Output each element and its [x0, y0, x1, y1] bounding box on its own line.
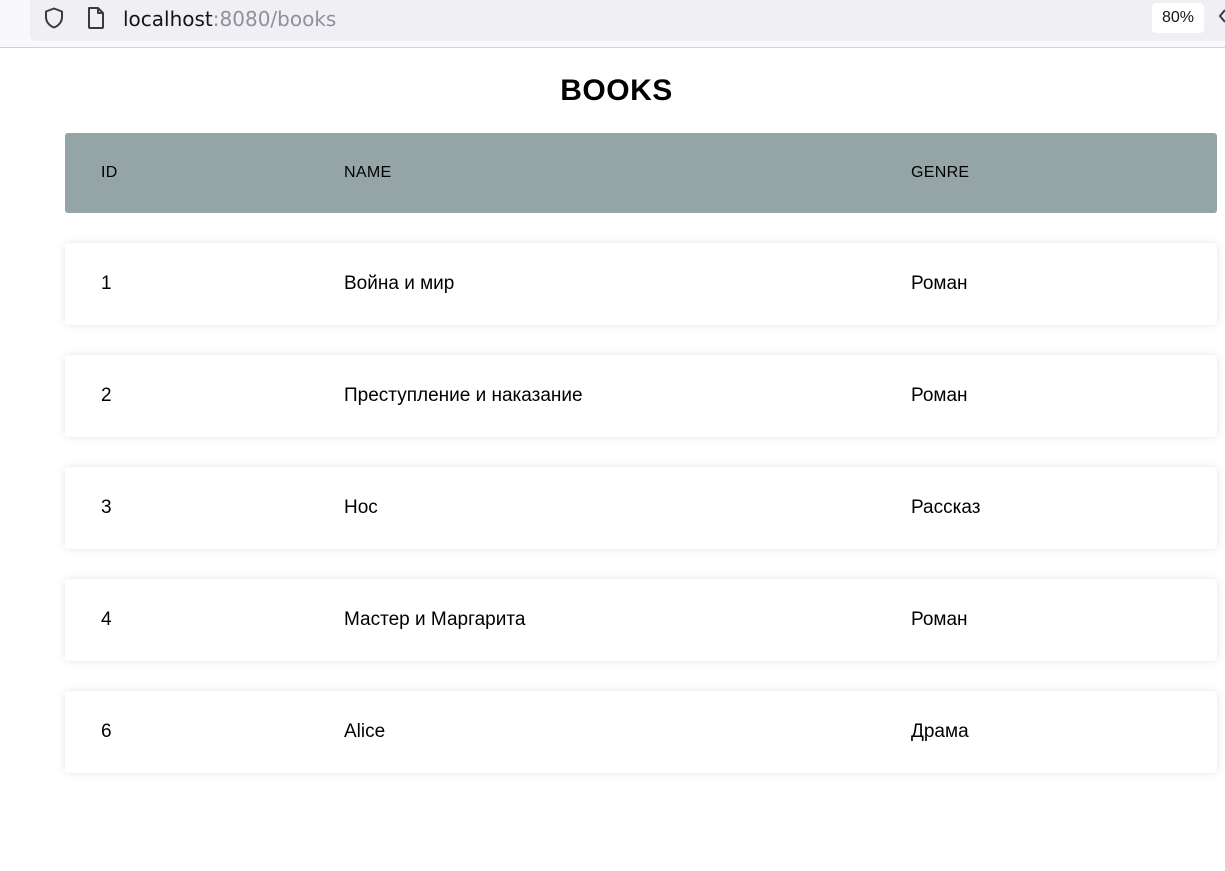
- page-title: BOOKS: [560, 74, 673, 107]
- page-icon[interactable]: [86, 6, 106, 30]
- column-header-genre: GENRE: [911, 164, 970, 181]
- table-row: 6 Alice Драма: [65, 691, 1217, 773]
- column-header-id: ID: [101, 164, 118, 181]
- shield-icon[interactable]: [42, 6, 66, 30]
- cell-genre: Роман: [911, 385, 968, 406]
- browser-toolbar: localhost:8080/books 80%: [0, 0, 1225, 48]
- zoom-level-button[interactable]: 80%: [1152, 3, 1204, 33]
- table-row: 4 Мастер и Маргарита Роман: [65, 579, 1217, 661]
- url-path: :8080/books: [212, 7, 337, 31]
- url-host: localhost: [123, 7, 213, 31]
- table-row: 1 Война и мир Роман: [65, 243, 1217, 325]
- cell-name: Нос: [344, 497, 378, 518]
- cell-name: Alice: [344, 721, 386, 742]
- table-header: ID NAME GENRE: [65, 133, 1217, 213]
- cell-name: Война и мир: [344, 273, 455, 294]
- table-row: 2 Преступление и наказание Роман: [65, 355, 1217, 437]
- cell-id: 4: [101, 609, 112, 630]
- cell-genre: Драма: [911, 721, 969, 742]
- cell-genre: Роман: [911, 609, 968, 630]
- column-header-name: NAME: [344, 164, 392, 181]
- cell-id: 6: [101, 721, 112, 742]
- cell-genre: Роман: [911, 273, 968, 294]
- url-text[interactable]: localhost:8080/books: [123, 6, 336, 32]
- cell-id: 2: [101, 385, 112, 406]
- cell-name: Мастер и Маргарита: [344, 609, 526, 630]
- table-row: 3 Нос Рассказ: [65, 467, 1217, 549]
- overflow-icon[interactable]: [1218, 8, 1225, 24]
- cell-id: 1: [101, 273, 112, 294]
- cell-name: Преступление и наказание: [344, 385, 583, 406]
- cell-id: 3: [101, 497, 112, 518]
- cell-genre: Рассказ: [911, 497, 981, 518]
